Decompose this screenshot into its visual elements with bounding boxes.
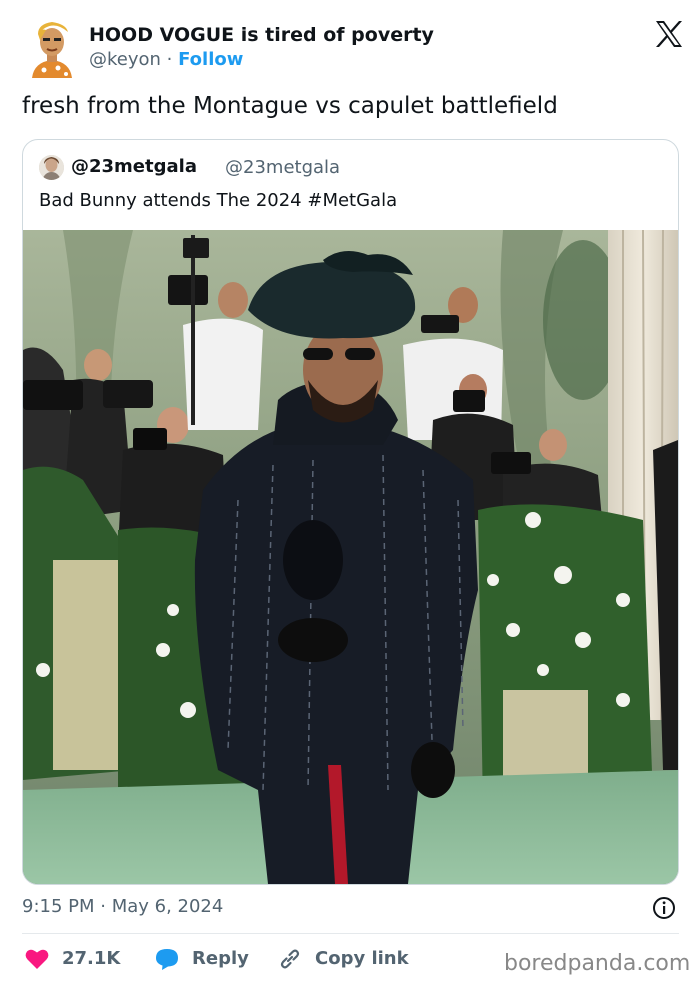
quoted-avatar-icon [39, 155, 64, 180]
heart-icon [25, 949, 49, 969]
copy-link-label: Copy link [315, 948, 409, 969]
cartoon-avatar-icon[interactable] [26, 18, 78, 80]
follow-button[interactable]: Follow [178, 49, 243, 70]
like-count: 27.1K [62, 948, 121, 969]
divider [22, 933, 679, 934]
info-icon[interactable] [652, 896, 676, 920]
x-logo-icon[interactable] [654, 20, 684, 48]
reply-bubble-icon [156, 949, 178, 970]
quoted-avatar[interactable] [39, 155, 64, 180]
like-button[interactable]: 27.1K [24, 946, 124, 974]
link-icon [280, 949, 300, 969]
reply-label: Reply [192, 948, 249, 969]
quoted-tweet-photo[interactable] [23, 230, 678, 884]
reply-button[interactable]: Reply [154, 946, 254, 974]
author-handle-row: @keyon · Follow [89, 49, 243, 70]
quoted-tweet-text: Bad Bunny attends The 2024 #MetGala [39, 190, 398, 211]
author-name[interactable]: HOOD VOGUE is tired of poverty [89, 24, 434, 46]
author-handle[interactable]: @keyon [89, 49, 161, 70]
quoted-tweet-card[interactable]: @23metgala @23metgala Bad Bunny attends … [22, 139, 679, 885]
tweet-header: HOOD VOGUE is tired of poverty @keyon · … [26, 14, 686, 82]
quoted-author-handle[interactable]: @23metgala [225, 157, 340, 178]
copy-link-button[interactable]: Copy link [278, 946, 418, 974]
quoted-author-name[interactable]: @23metgala [71, 156, 197, 177]
separator-dot: · [160, 49, 179, 70]
tweet-text: fresh from the Montague vs capulet battl… [22, 93, 558, 119]
watermark: boredpanda.com [504, 951, 691, 976]
tweet-timestamp[interactable]: 9:15 PM · May 6, 2024 [22, 896, 223, 917]
